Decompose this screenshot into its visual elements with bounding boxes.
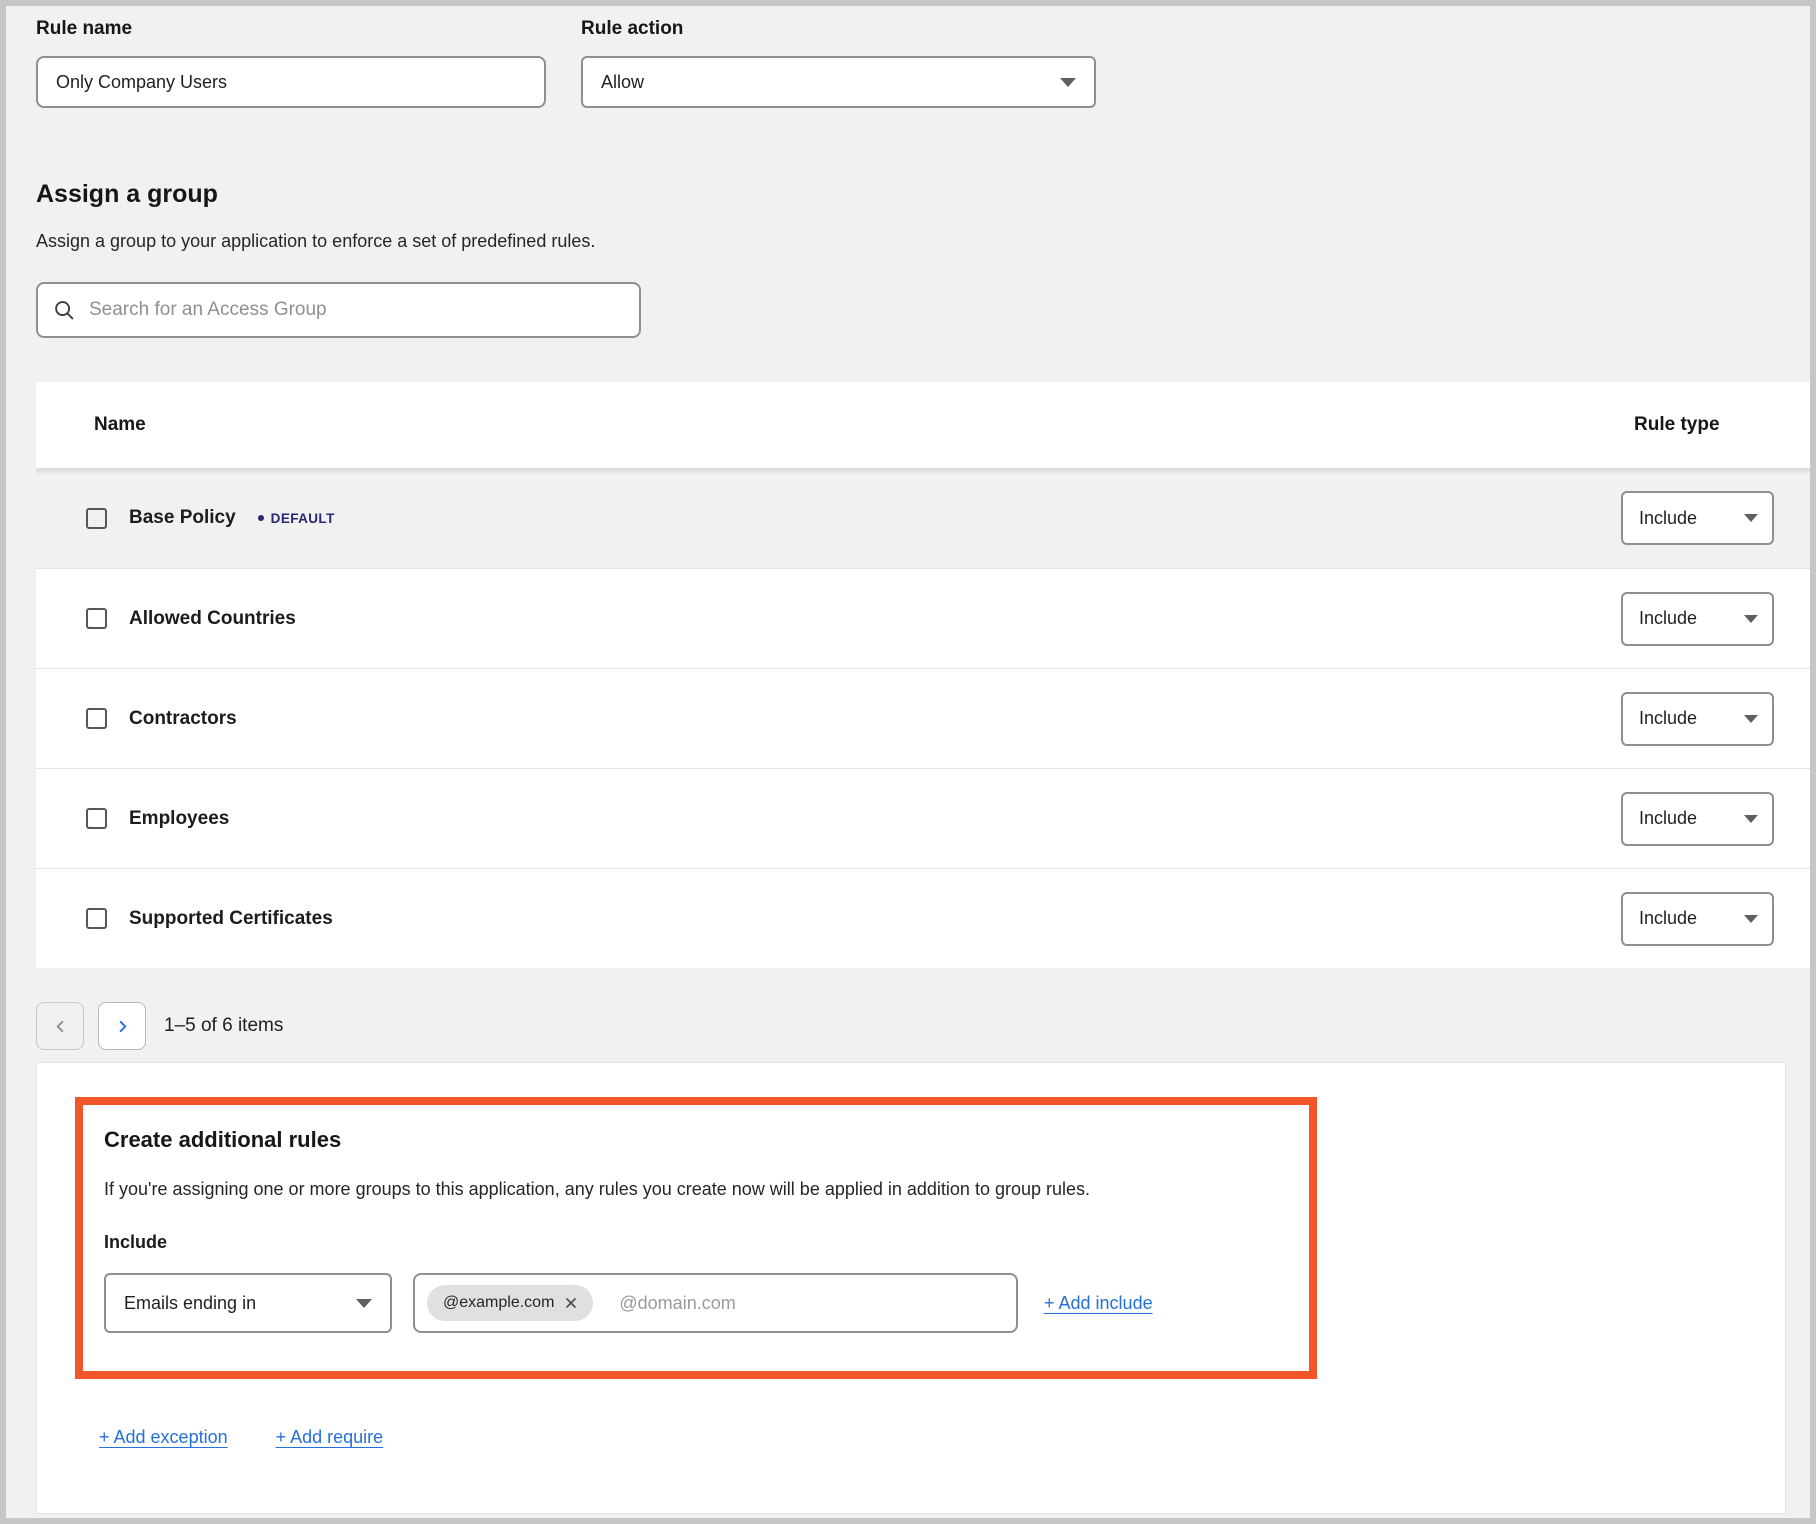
condition-value: Emails ending in (124, 1293, 256, 1314)
assign-group-description: Assign a group to your application to en… (36, 231, 1810, 252)
table-row[interactable]: Allowed Countries Include (36, 568, 1810, 668)
group-name: Allowed Countries (129, 608, 296, 630)
highlight-annotation-box: Create additional rules If you're assign… (75, 1097, 1317, 1379)
rule-type-select[interactable]: Include (1621, 792, 1774, 846)
include-label: Include (104, 1232, 1289, 1253)
row-checkbox[interactable] (86, 508, 107, 529)
domain-tag-input[interactable]: @example.com @domain.com (413, 1273, 1018, 1333)
additional-rules-description: If you're assigning one or more groups t… (104, 1179, 1289, 1200)
chevron-down-icon (1744, 715, 1758, 723)
access-groups-table: Name Rule type Base Policy DEFAULT Inclu… (36, 382, 1810, 968)
rule-name-value: Only Company Users (56, 72, 227, 93)
rule-type-value: Include (1639, 908, 1697, 929)
row-checkbox[interactable] (86, 908, 107, 929)
search-placeholder: Search for an Access Group (89, 299, 327, 321)
add-require-link[interactable]: + Add require (276, 1427, 384, 1448)
default-badge: DEFAULT (258, 511, 335, 526)
rule-type-value: Include (1639, 608, 1697, 629)
table-row[interactable]: Employees Include (36, 768, 1810, 868)
domain-tag[interactable]: @example.com (427, 1285, 593, 1321)
table-header: Name Rule type (36, 382, 1810, 468)
rule-form-row: Rule name Only Company Users Rule action… (36, 18, 1810, 108)
rule-type-select[interactable]: Include (1621, 692, 1774, 746)
rule-name-label: Rule name (36, 18, 546, 40)
group-name: Contractors (129, 708, 237, 730)
previous-page-button[interactable] (36, 1002, 84, 1050)
chevron-down-icon (356, 1299, 372, 1308)
close-icon[interactable] (565, 1297, 577, 1309)
column-header-name: Name (94, 414, 1634, 436)
next-page-button[interactable] (98, 1002, 146, 1050)
chevron-left-icon (53, 1019, 68, 1034)
access-rule-page: Rule name Only Company Users Rule action… (0, 0, 1816, 1524)
rule-name-field-group: Rule name Only Company Users (36, 18, 546, 108)
chevron-right-icon (115, 1019, 130, 1034)
rule-type-select[interactable]: Include (1621, 592, 1774, 646)
table-row[interactable]: Supported Certificates Include (36, 868, 1810, 968)
access-group-search-input[interactable]: Search for an Access Group (36, 282, 641, 338)
add-exception-link[interactable]: + Add exception (99, 1427, 228, 1448)
chevron-down-icon (1744, 615, 1758, 623)
domain-input-placeholder: @domain.com (619, 1293, 735, 1314)
rule-type-select[interactable]: Include (1621, 491, 1774, 545)
group-name: Supported Certificates (129, 908, 333, 930)
pagination-label: 1–5 of 6 items (164, 1015, 283, 1037)
chevron-down-icon (1744, 514, 1758, 522)
row-checkbox[interactable] (86, 808, 107, 829)
badge-label: DEFAULT (271, 511, 335, 526)
rule-action-label: Rule action (581, 18, 1096, 40)
add-include-link[interactable]: + Add include (1044, 1293, 1153, 1314)
chevron-down-icon (1060, 78, 1076, 87)
row-checkbox[interactable] (86, 608, 107, 629)
rule-type-value: Include (1639, 508, 1697, 529)
rule-links-row: + Add exception + Add require (99, 1427, 1785, 1448)
rule-type-select[interactable]: Include (1621, 892, 1774, 946)
additional-rules-title: Create additional rules (104, 1127, 1289, 1153)
rule-action-value: Allow (601, 72, 644, 93)
group-name: Base Policy (129, 507, 236, 529)
table-row[interactable]: Contractors Include (36, 668, 1810, 768)
include-rule-row: Emails ending in @example.com @domain.co… (104, 1273, 1289, 1333)
row-checkbox[interactable] (86, 708, 107, 729)
domain-tag-value: @example.com (443, 1294, 554, 1312)
condition-select[interactable]: Emails ending in (104, 1273, 392, 1333)
rule-name-input[interactable]: Only Company Users (36, 56, 546, 108)
group-name: Employees (129, 808, 229, 830)
search-icon (54, 300, 75, 321)
rule-action-select[interactable]: Allow (581, 56, 1096, 108)
rule-action-field-group: Rule action Allow (581, 18, 1096, 108)
chevron-down-icon (1744, 915, 1758, 923)
badge-dot-icon (258, 515, 264, 521)
rule-type-value: Include (1639, 708, 1697, 729)
pagination: 1–5 of 6 items (36, 1002, 1810, 1050)
table-row[interactable]: Base Policy DEFAULT Include (36, 468, 1810, 568)
rule-type-value: Include (1639, 808, 1697, 829)
chevron-down-icon (1744, 815, 1758, 823)
assign-group-title: Assign a group (36, 180, 1810, 209)
additional-rules-panel: Create additional rules If you're assign… (36, 1062, 1786, 1514)
column-header-rule-type: Rule type (1634, 414, 1720, 436)
